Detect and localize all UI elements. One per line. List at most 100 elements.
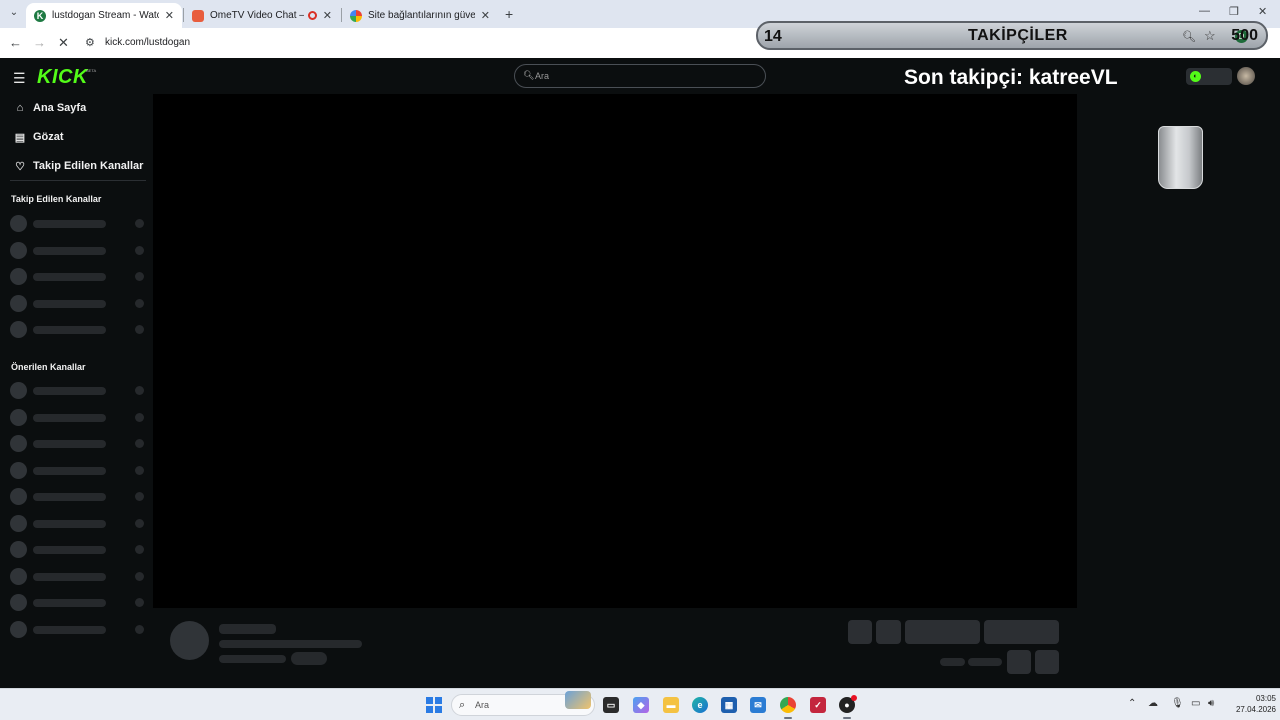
- channel-skeleton-row: [10, 382, 144, 399]
- channel-skeleton-row: [10, 435, 144, 452]
- menu-icon[interactable]: ☰: [13, 70, 26, 87]
- stream-tag-skeleton: [291, 652, 327, 665]
- follower-goal-title: TAKİPÇİLER: [968, 27, 1068, 44]
- new-tab-button[interactable]: +: [505, 6, 513, 22]
- chevron-up-icon[interactable]: ⌃: [1128, 698, 1136, 709]
- volume-icon[interactable]: 🔊︎: [1208, 698, 1214, 709]
- address-bar[interactable]: kick.com/lustdogan: [105, 37, 190, 48]
- windows-start-icon[interactable]: [426, 697, 442, 713]
- minimize-icon[interactable]: —: [1199, 5, 1210, 17]
- last-follower-overlay: Son takipçi: katreeVL: [904, 66, 1118, 89]
- kick-logo[interactable]: KICK: [37, 66, 88, 89]
- channel-name-skeleton: [33, 413, 106, 422]
- channel-skeleton-row: [10, 408, 144, 426]
- search-icon: 🔍︎: [523, 70, 535, 80]
- tab-search-button[interactable]: ⌄: [6, 5, 22, 21]
- channel-name-skeleton: [33, 273, 106, 281]
- channel-name-skeleton: [33, 493, 106, 501]
- widgets-icon[interactable]: ◆: [633, 697, 649, 713]
- sidebar-item-label: Takip Edilen Kanallar: [33, 160, 144, 172]
- share-button-skeleton: [1007, 650, 1031, 674]
- chrome-icon[interactable]: [780, 697, 796, 713]
- network-icon[interactable]: ▭: [1191, 698, 1200, 709]
- forward-icon[interactable]: →: [33, 35, 46, 50]
- search-icon: ⌕: [459, 699, 466, 711]
- sidebar-item-label: Ana Sayfa: [33, 102, 87, 114]
- google-favicon-icon: [350, 9, 362, 22]
- close-icon[interactable]: ✕: [481, 9, 490, 22]
- close-icon[interactable]: ✕: [165, 9, 174, 22]
- restore-icon[interactable]: ❐: [1229, 5, 1239, 18]
- store-icon[interactable]: ▦: [721, 697, 737, 713]
- channel-skeleton-row: [10, 321, 144, 338]
- sidebar-item-following[interactable]: ♡ Takip Edilen Kanallar: [14, 156, 143, 176]
- site-settings-icon[interactable]: ⚙: [85, 36, 95, 49]
- browse-icon: ▤: [14, 131, 26, 144]
- live-dot-skeleton: [135, 624, 144, 634]
- taskbar-search-label: Ara: [475, 700, 490, 710]
- follower-goal-bar: 14 TAKİPÇİLER 🔍︎ ☆ D 500: [756, 21, 1268, 50]
- tab-title: lustdogan Stream - Watch Live: [52, 10, 159, 21]
- app-icon[interactable]: ✓: [810, 697, 826, 713]
- recording-icon: [307, 11, 317, 20]
- viewer-count-skeleton: [940, 658, 965, 666]
- channel-skeleton-row: [10, 488, 144, 505]
- bookmark-star-icon[interactable]: ☆: [1204, 28, 1216, 44]
- channel-avatar-skeleton: [10, 541, 27, 558]
- channel-avatar-skeleton: [10, 321, 27, 338]
- search-input[interactable]: [535, 68, 755, 84]
- sidebar-item-home[interactable]: ⌂ Ana Sayfa: [14, 98, 87, 118]
- channel-name-skeleton: [33, 246, 106, 255]
- taskbar: ⌕ Ara ▭ ◆ ▬ e ▦ ✉ ✓ ● ⌃ ☁ 🎙︎ ▭ 🔊︎ 03:05 …: [0, 688, 1280, 720]
- live-dot-skeleton: [135, 272, 144, 281]
- channel-name-skeleton: [33, 519, 106, 528]
- channel-avatar-skeleton: [10, 594, 27, 611]
- edge-icon[interactable]: e: [692, 697, 708, 713]
- microphone-icon[interactable]: 🎙︎: [1171, 698, 1184, 709]
- theme-toggle[interactable]: ◐: [1186, 68, 1232, 85]
- live-dot-skeleton: [135, 518, 144, 528]
- channel-name-skeleton: [33, 599, 106, 607]
- channel-avatar-skeleton: [10, 241, 27, 259]
- channel-name-skeleton: [33, 387, 106, 395]
- zoom-icon[interactable]: 🔍︎: [1182, 30, 1196, 43]
- live-dot-skeleton: [135, 298, 144, 308]
- sidebar-item-browse[interactable]: ▤ Gözat: [14, 127, 64, 147]
- tab-kick[interactable]: K lustdogan Stream - Watch Live ✕: [26, 3, 182, 28]
- heart-icon: ♡: [15, 160, 25, 173]
- close-icon[interactable]: ✕: [323, 9, 332, 22]
- tab-title: Site bağlantılarının güvenli olu: [368, 10, 475, 21]
- tab-ometv[interactable]: OmeTV Video Chat — Ome ✕: [184, 3, 340, 28]
- follow-button-skeleton: [905, 620, 980, 644]
- streamer-name-skeleton: [219, 624, 276, 634]
- channel-avatar-skeleton: [10, 435, 27, 452]
- sidebar-divider: [10, 180, 146, 181]
- video-player[interactable]: [153, 94, 1077, 608]
- live-dot-skeleton: [135, 545, 144, 554]
- channel-avatar-skeleton: [10, 488, 27, 505]
- follower-goal-target: 500: [1231, 27, 1258, 44]
- live-dot-skeleton: [135, 219, 144, 228]
- clock-time: 03:05: [1255, 694, 1276, 703]
- live-dot-skeleton: [135, 325, 144, 334]
- channel-skeleton-row: [10, 461, 144, 479]
- file-explorer-icon[interactable]: ▬: [663, 697, 679, 713]
- task-view-icon[interactable]: ▭: [603, 697, 619, 713]
- stop-loading-icon[interactable]: ✕: [58, 35, 69, 51]
- ometv-favicon-icon: [192, 9, 204, 22]
- back-icon[interactable]: ←: [9, 35, 22, 50]
- window-close-icon[interactable]: ✕: [1258, 5, 1267, 18]
- channel-avatar-skeleton: [10, 215, 27, 232]
- user-avatar[interactable]: [1237, 67, 1255, 85]
- channel-name-skeleton: [33, 299, 106, 308]
- channel-avatar-skeleton: [10, 294, 27, 312]
- stream-category-skeleton: [219, 655, 286, 663]
- channel-name-skeleton: [33, 546, 106, 554]
- channel-skeleton-row: [10, 294, 144, 312]
- search-box[interactable]: 🔍︎: [514, 64, 766, 88]
- tab-google[interactable]: Site bağlantılarının güvenli olu ✕: [342, 3, 498, 28]
- clock[interactable]: 03:05 27.04.2026: [1230, 693, 1276, 715]
- live-dot-skeleton: [135, 386, 144, 395]
- cloud-icon[interactable]: ☁: [1148, 698, 1158, 709]
- outlook-icon[interactable]: ✉: [750, 697, 766, 713]
